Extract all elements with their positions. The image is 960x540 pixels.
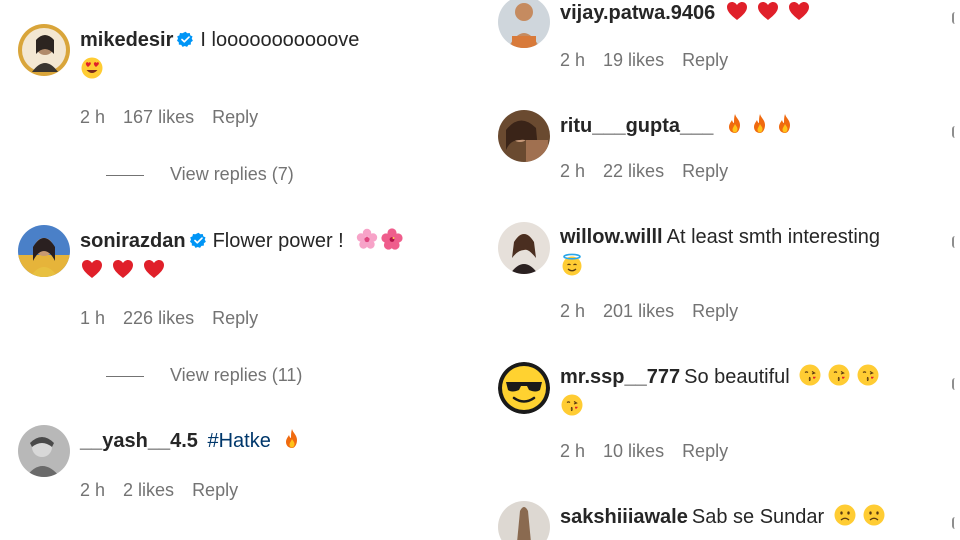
comment-item: sonirazdan Flower power ! 1 h 226 likes Rep… [0, 200, 480, 400]
avatar[interactable] [18, 225, 70, 277]
comment-text: Flower power ! [212, 230, 344, 252]
reply-button[interactable]: Reply [692, 301, 738, 321]
username[interactable]: __yash__4.5 [80, 430, 198, 452]
view-replies-button[interactable]: View replies (7) [106, 164, 294, 185]
comment-item: vijay.patwa.9406 2 h 19 likes Reply [480, 0, 960, 100]
comment-item: ritu___gupta___ 2 h 22 likes Reply [480, 100, 960, 210]
comment-time: 2 h [80, 480, 106, 500]
red-heart-emoji-icon [111, 257, 135, 281]
username[interactable]: sonirazdan [80, 230, 186, 252]
replies-divider [106, 174, 144, 176]
view-replies-label: View replies (11) [170, 365, 303, 385]
heart-eyes-emoji-icon [80, 56, 104, 80]
avatar[interactable] [498, 222, 550, 274]
reply-button[interactable]: Reply [212, 308, 258, 328]
verified-badge-icon [190, 232, 207, 249]
comment-time: 2 h [560, 301, 586, 321]
reply-button[interactable]: Reply [682, 441, 728, 461]
hibiscus-emoji-icon [380, 227, 404, 251]
verified-badge-icon [177, 31, 194, 48]
comment-meta: 2 h 19 likes Reply [560, 50, 746, 71]
like-count[interactable]: 2 likes [123, 480, 174, 500]
red-heart-emoji-icon [725, 0, 749, 23]
comment-text: At least smth interesting [666, 226, 881, 248]
comment-item: mr.ssp__777 So beautiful 2 h 10 likes Reply [480, 350, 960, 495]
view-replies-button[interactable]: View replies (11) [106, 365, 302, 386]
comment-item: mikedesir I looooooooooove 2 h 167 likes Re… [0, 0, 480, 200]
kissing-face-emoji-icon [856, 363, 880, 387]
username[interactable]: sakshiiiawale [560, 506, 688, 528]
comment-meta: 2 h 167 likes Reply [80, 107, 276, 128]
replies-divider [106, 375, 144, 377]
kissing-face-emoji-icon [827, 363, 851, 387]
comment-item: __yash__4.5 #Hatke 2 h 2 likes Reply [0, 400, 480, 540]
more-options-icon[interactable] [952, 236, 960, 248]
more-options-icon[interactable] [952, 378, 960, 390]
avatar[interactable] [18, 24, 70, 76]
comment-meta: 2 h 2 likes Reply [80, 480, 256, 501]
red-heart-emoji-icon [787, 0, 811, 23]
comment-meta: 1 h 226 likes Reply [80, 308, 276, 329]
comment-text: I looooooooooove [200, 29, 360, 51]
frowning-face-emoji-icon [862, 503, 886, 527]
username[interactable]: willow.willl [560, 226, 663, 248]
comment-meta: 2 h 22 likes Reply [560, 161, 746, 182]
like-count[interactable]: 22 likes [603, 161, 664, 181]
comment-text: So beautiful [684, 366, 790, 388]
avatar[interactable] [498, 362, 550, 414]
username[interactable]: vijay.patwa.9406 [560, 2, 715, 24]
comment-time: 1 h [80, 308, 106, 328]
like-count[interactable]: 167 likes [123, 107, 194, 127]
like-count[interactable]: 201 likes [603, 301, 674, 321]
reply-button[interactable]: Reply [212, 107, 258, 127]
frowning-face-emoji-icon [833, 503, 857, 527]
cherry-blossom-emoji-icon [355, 227, 379, 251]
kissing-face-emoji-icon [798, 363, 822, 387]
more-options-icon[interactable] [952, 517, 960, 529]
kissing-face-emoji-icon [560, 393, 584, 417]
like-count[interactable]: 226 likes [123, 308, 194, 328]
view-replies-label: View replies (7) [170, 164, 294, 184]
comment-item: willow.willl At least smth interesting 2 … [480, 210, 960, 350]
reply-button[interactable]: Reply [682, 161, 728, 181]
like-count[interactable]: 19 likes [603, 50, 664, 70]
halo-face-emoji-icon [560, 253, 584, 277]
avatar[interactable] [498, 110, 550, 162]
comment-time: 2 h [80, 107, 106, 127]
comment-meta: 2 h 10 likes Reply [560, 441, 746, 462]
fire-emoji-icon [280, 427, 304, 451]
hashtag-link[interactable]: #Hatke [207, 430, 270, 452]
reply-button[interactable]: Reply [682, 50, 728, 70]
comment-meta: 2 h 201 likes Reply [560, 301, 756, 322]
comment-item: sakshiiiawale Sab se Sundar [480, 495, 960, 540]
red-heart-emoji-icon [142, 257, 166, 281]
more-options-icon[interactable] [952, 12, 960, 24]
fire-emoji-icon [748, 112, 772, 136]
username[interactable]: mr.ssp__777 [560, 366, 680, 388]
like-count[interactable]: 10 likes [603, 441, 664, 461]
red-heart-emoji-icon [756, 0, 780, 23]
avatar[interactable] [18, 425, 70, 477]
comment-time: 2 h [560, 441, 586, 461]
red-heart-emoji-icon [80, 257, 104, 281]
avatar[interactable] [498, 0, 550, 48]
reply-button[interactable]: Reply [192, 480, 238, 500]
more-options-icon[interactable] [952, 126, 960, 138]
comment-text: Sab se Sundar [691, 506, 825, 528]
avatar[interactable] [498, 501, 550, 540]
username[interactable]: ritu___gupta___ [560, 115, 713, 137]
comment-time: 2 h [560, 50, 586, 70]
fire-emoji-icon [723, 112, 747, 136]
username[interactable]: mikedesir [80, 29, 173, 51]
comment-time: 2 h [560, 161, 586, 181]
fire-emoji-icon [773, 112, 797, 136]
